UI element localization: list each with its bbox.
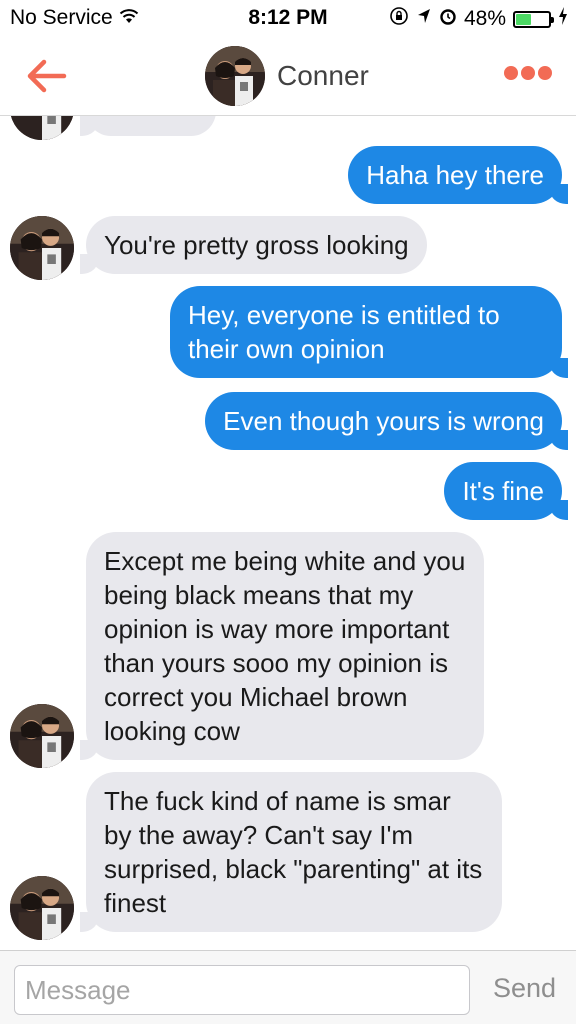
charging-bolt-icon <box>558 7 568 31</box>
message-text: Except me being white and you being blac… <box>104 546 466 746</box>
message-input[interactable] <box>14 965 470 1015</box>
contact-avatar-small <box>10 876 74 940</box>
outgoing-message: Even though yours is wrong <box>205 392 568 450</box>
more-dots-icon[interactable] <box>504 66 552 80</box>
incoming-message: You're pretty gross looking <box>80 216 427 274</box>
contact-avatar-small <box>10 216 74 280</box>
incoming-message: The fuck kind of name is smar by the awa… <box>80 772 502 932</box>
battery-icon <box>513 10 554 28</box>
more-dot <box>504 66 518 80</box>
back-arrow-icon[interactable] <box>24 56 68 96</box>
outgoing-message: Haha hey there <box>348 146 568 204</box>
contact-avatar[interactable] <box>205 46 265 106</box>
chat-header: Conner <box>0 36 576 116</box>
compose-bar: Send <box>0 950 576 1024</box>
battery-level <box>516 13 532 25</box>
status-bar: No Service 8:12 PM 48% <box>0 0 576 36</box>
incoming-message: Except me being white and you being blac… <box>80 532 484 760</box>
contact-name[interactable]: Conner <box>277 60 369 92</box>
message-thread[interactable]: Haha hey there You're pretty gross looki… <box>0 116 576 950</box>
send-button[interactable]: Send <box>493 973 556 1004</box>
message-text: Even though yours is wrong <box>223 406 544 436</box>
message-text: Haha hey there <box>366 160 544 190</box>
outgoing-message: Hey, everyone is entitled to their own o… <box>170 286 568 378</box>
message-text: Hey, everyone is entitled to their own o… <box>188 300 500 364</box>
lock-rotation-icon <box>389 6 409 32</box>
alarm-icon <box>439 7 457 31</box>
contact-avatar-small <box>10 116 74 140</box>
message-text: The fuck kind of name is smar by the awa… <box>104 786 483 918</box>
status-right: 48% <box>389 6 568 32</box>
outgoing-message: It's fine <box>444 462 568 520</box>
more-dot <box>521 66 535 80</box>
message-text: You're pretty gross looking <box>104 230 409 260</box>
battery-percent: 48% <box>463 7 506 30</box>
location-arrow-icon <box>416 7 432 31</box>
message-text: It's fine <box>462 476 544 506</box>
incoming-message <box>80 116 216 136</box>
more-dot <box>538 66 552 80</box>
contact-avatar-small <box>10 704 74 768</box>
